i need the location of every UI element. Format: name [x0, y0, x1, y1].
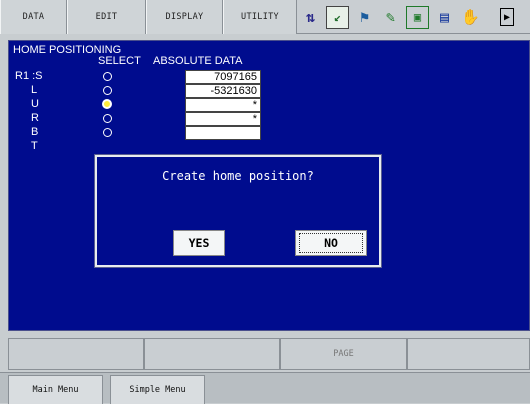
axis-select-radio[interactable]: [103, 114, 112, 123]
no-button-label: NO: [324, 236, 338, 250]
top-menu-bar: DATA EDIT DISPLAY UTILITY ⇅ ↙ ⚑ ✎ ▣ ▤ ✋ …: [0, 0, 530, 34]
speed-level-icon: ⇅: [305, 8, 316, 26]
tab-display[interactable]: DISPLAY: [146, 0, 223, 34]
security-icon: ✎: [385, 8, 396, 26]
confirm-dialog: Create home position? YES NO: [95, 155, 381, 267]
function-key-2[interactable]: [144, 338, 280, 370]
no-button[interactable]: NO: [295, 230, 367, 256]
function-key-1[interactable]: [8, 338, 144, 370]
axis-label-l: L: [31, 84, 38, 96]
select-column-header: SELECT: [98, 55, 141, 67]
focus-ring: NO: [299, 233, 363, 253]
robot-group-label: R1 :S: [15, 70, 43, 82]
function-key-4[interactable]: [407, 338, 530, 370]
absolute-data-column-header: ABSOLUTE DATA: [153, 55, 243, 67]
yes-button[interactable]: YES: [173, 230, 225, 256]
function-key-row: PAGE: [8, 338, 530, 370]
bottom-bar: Main Menu Simple Menu: [0, 372, 530, 404]
yes-button-label: YES: [188, 236, 210, 250]
cursor-arrow-icon[interactable]: ▶: [500, 8, 514, 26]
servo-icon: ▤: [439, 8, 450, 26]
coordinate-icon: ↙: [326, 5, 349, 29]
page-button[interactable]: PAGE: [280, 338, 407, 370]
absolute-data-field[interactable]: *: [185, 98, 261, 112]
axis-select-radio[interactable]: [103, 72, 112, 81]
axis-select-radio[interactable]: [103, 86, 112, 95]
tab-data[interactable]: DATA: [0, 0, 67, 34]
axis-label-r: R: [31, 112, 39, 124]
status-icon-area: ⇅ ↙ ⚑ ✎ ▣ ▤ ✋ ▶: [300, 3, 530, 31]
axis-label-u: U: [31, 98, 39, 110]
axis-select-radio-selected[interactable]: [102, 99, 112, 109]
absolute-data-field[interactable]: -5321630: [185, 84, 261, 98]
tab-edit[interactable]: EDIT: [67, 0, 146, 34]
axis-select-radio[interactable]: [103, 128, 112, 137]
hand-icon: ✋: [461, 8, 480, 26]
teach-mode-icon: ⚑: [359, 8, 370, 26]
tab-utility[interactable]: UTILITY: [223, 0, 297, 34]
simple-menu-button[interactable]: Simple Menu: [110, 375, 205, 404]
absolute-data-field[interactable]: 7097165: [185, 70, 261, 84]
absolute-data-field[interactable]: *: [185, 112, 261, 126]
main-menu-button[interactable]: Main Menu: [8, 375, 103, 404]
dialog-message: Create home position?: [162, 169, 314, 183]
absolute-data-field[interactable]: [185, 126, 261, 140]
axis-label-b: B: [31, 126, 39, 138]
axis-label-t: T: [31, 140, 38, 152]
job-icon: ▣: [406, 5, 429, 29]
